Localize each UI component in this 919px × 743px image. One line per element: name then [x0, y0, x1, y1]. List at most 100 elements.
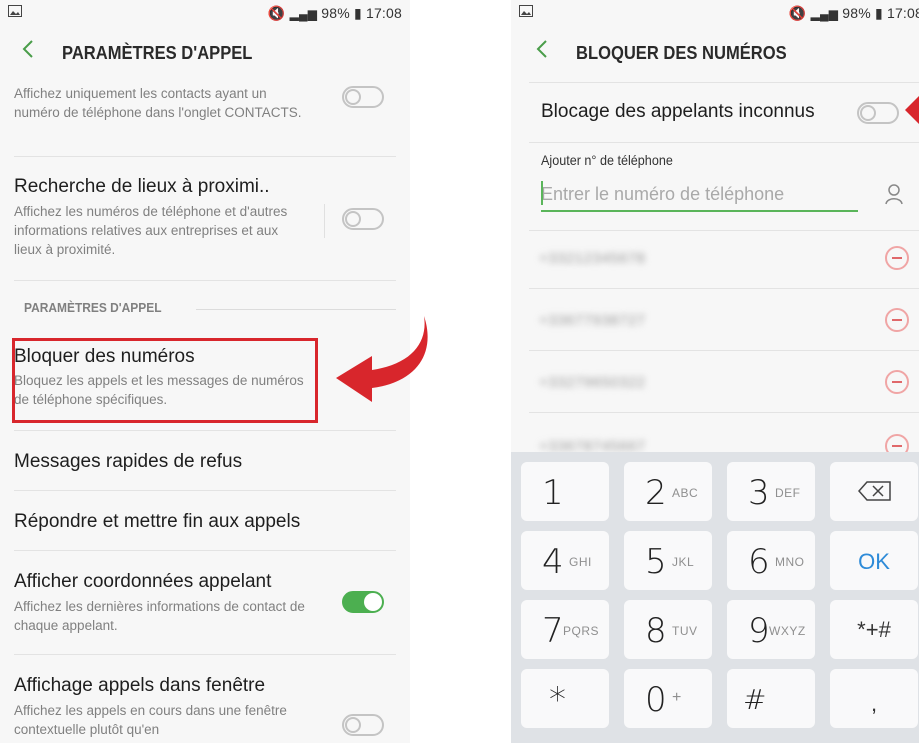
- signal-icon: ▂▄▆: [289, 7, 318, 21]
- clock: 17:08: [886, 5, 919, 21]
- blocked-number-row: +33677938727: [533, 294, 919, 356]
- app-bar: BLOQUER DES NUMÉROS: [511, 28, 919, 80]
- key-4[interactable]: 4 GHI: [521, 531, 609, 590]
- blocked-number-row: +33212345678: [533, 232, 919, 294]
- setting-title: Afficher coordonnées appelant: [14, 571, 272, 592]
- setting-caller-info[interactable]: Afficher coordonnées appelant Affichez l…: [14, 571, 396, 635]
- contacts-only-toggle[interactable]: [342, 86, 384, 108]
- key-digit: 3: [748, 473, 770, 513]
- page-title: PARAMÈTRES D'APPEL: [62, 43, 253, 63]
- clock: 17:08: [365, 5, 402, 21]
- key-0[interactable]: 0 +: [624, 669, 712, 728]
- backspace-key[interactable]: [830, 462, 918, 521]
- toggle-knob: [345, 89, 361, 105]
- vertical-divider: [324, 204, 325, 238]
- blocked-number: +33212345678: [539, 250, 646, 267]
- mute-icon: 🔇: [788, 5, 807, 21]
- block-numbers-screen: 🔇 ▂▄▆ 98% ▮ 17:08 BLOQUER DES NUMÉROS Bl…: [511, 0, 919, 743]
- blocked-number: +33279650322: [539, 374, 646, 391]
- status-indicators: 🔇 ▂▄▆ 98% ▮ 17:08: [789, 5, 919, 22]
- key-star[interactable]: *: [521, 669, 609, 728]
- setting-title: Messages rapides de refus: [14, 451, 243, 472]
- key-9[interactable]: 9 WXYZ: [727, 600, 815, 659]
- setting-title: Bloquer des numéros: [14, 346, 195, 367]
- key-digit: 8: [645, 611, 667, 651]
- key-8[interactable]: 8 TUV: [624, 600, 712, 659]
- battery-level: 98%: [321, 5, 350, 21]
- phone-number-input[interactable]: [541, 178, 858, 212]
- key-letters: JKL: [672, 555, 695, 569]
- divider: [529, 142, 919, 143]
- key-letters: TUV: [672, 624, 698, 638]
- key-digit: #: [743, 683, 767, 716]
- key-hash[interactable]: #: [727, 669, 815, 728]
- symbols-key[interactable]: *+#: [830, 600, 918, 659]
- nearby-search-toggle[interactable]: [342, 208, 384, 230]
- key-digit: 1: [542, 473, 564, 513]
- remove-number-button[interactable]: [885, 308, 909, 332]
- battery-icon: ▮: [353, 5, 362, 21]
- divider: [14, 430, 396, 431]
- divider: [14, 156, 396, 157]
- key-digit: 6: [748, 542, 770, 582]
- key-3[interactable]: 3 DEF: [727, 462, 815, 521]
- status-bar: 🔇 ▂▄▆ 98% ▮ 17:08: [0, 0, 410, 28]
- battery-level: 98%: [842, 5, 871, 21]
- setting-block-numbers[interactable]: Bloquer des numéros Bloquez les appels e…: [14, 346, 396, 409]
- divider: [14, 550, 396, 551]
- key-6[interactable]: 6 MNO: [727, 531, 815, 590]
- key-digit: 7: [542, 611, 564, 651]
- key-digit: 4: [542, 542, 564, 582]
- setting-popup-calls[interactable]: Affichage appels dans fenêtre Affichez l…: [14, 675, 396, 739]
- person-icon[interactable]: [883, 182, 905, 206]
- page-title: BLOQUER DES NUMÉROS: [576, 43, 787, 63]
- setting-contacts-only[interactable]: Affichez uniquement les contacts ayant u…: [14, 84, 396, 122]
- text-caret: [541, 181, 543, 205]
- divider: [529, 230, 919, 231]
- key-5[interactable]: 5 JKL: [624, 531, 712, 590]
- caller-info-toggle[interactable]: [342, 591, 384, 613]
- numeric-keypad: 1 2 ABC 3 DEF 4 GHI 5 JKL 6 MNO OK 7 PQR…: [511, 452, 919, 743]
- section-divider: [196, 309, 396, 310]
- unknown-callers-toggle[interactable]: [857, 102, 899, 124]
- key-digit: 9: [748, 611, 770, 651]
- key-7[interactable]: 7 PQRS: [521, 600, 609, 659]
- divider: [14, 654, 396, 655]
- chevron-left-icon: [536, 40, 547, 58]
- signal-icon: ▂▄▆: [810, 7, 839, 21]
- blocked-number: +33677938727: [539, 312, 646, 329]
- key-letters: PQRS: [563, 624, 600, 638]
- setting-description: Affichez les appels en cours dans une fe…: [14, 703, 287, 737]
- comma-key[interactable]: ,: [830, 669, 918, 728]
- setting-description: Affichez uniquement les contacts ayant u…: [14, 86, 302, 120]
- key-2[interactable]: 2 ABC: [624, 462, 712, 521]
- key-letters: +: [672, 689, 682, 706]
- setting-title: Répondre et mettre fin aux appels: [14, 511, 301, 532]
- setting-title: Recherche de lieux à proximi..: [14, 176, 270, 197]
- battery-icon: ▮: [874, 5, 883, 21]
- divider: [529, 288, 919, 289]
- back-button[interactable]: [536, 39, 548, 65]
- call-settings-screen: 🔇 ▂▄▆ 98% ▮ 17:08 PARAMÈTRES D'APPEL Aff…: [0, 0, 410, 743]
- ok-key[interactable]: OK: [830, 531, 918, 590]
- divider: [14, 280, 396, 281]
- setting-nearby-search[interactable]: Recherche de lieux à proximi.. Affichez …: [14, 176, 396, 259]
- divider: [529, 82, 919, 83]
- setting-quick-decline[interactable]: Messages rapides de refus: [14, 451, 396, 473]
- remove-number-button[interactable]: [885, 246, 909, 270]
- setting-description: Affichez les numéros de téléphone et d'a…: [14, 204, 288, 257]
- key-letters: MNO: [775, 555, 805, 569]
- setting-unknown-callers[interactable]: Blocage des appelants inconnus: [541, 101, 905, 123]
- ok-label: OK: [858, 549, 890, 574]
- key-digit: *: [549, 680, 566, 720]
- popup-calls-toggle[interactable]: [342, 714, 384, 736]
- remove-number-button[interactable]: [885, 370, 909, 394]
- setting-answer-end[interactable]: Répondre et mettre fin aux appels: [14, 511, 396, 533]
- key-letters: DEF: [775, 486, 801, 500]
- comma-label: ,: [870, 691, 878, 716]
- key-letters: GHI: [569, 555, 592, 569]
- key-1[interactable]: 1: [521, 462, 609, 521]
- back-button[interactable]: [22, 39, 34, 65]
- divider: [529, 412, 919, 413]
- blocked-number-row: +33279650322: [533, 356, 919, 418]
